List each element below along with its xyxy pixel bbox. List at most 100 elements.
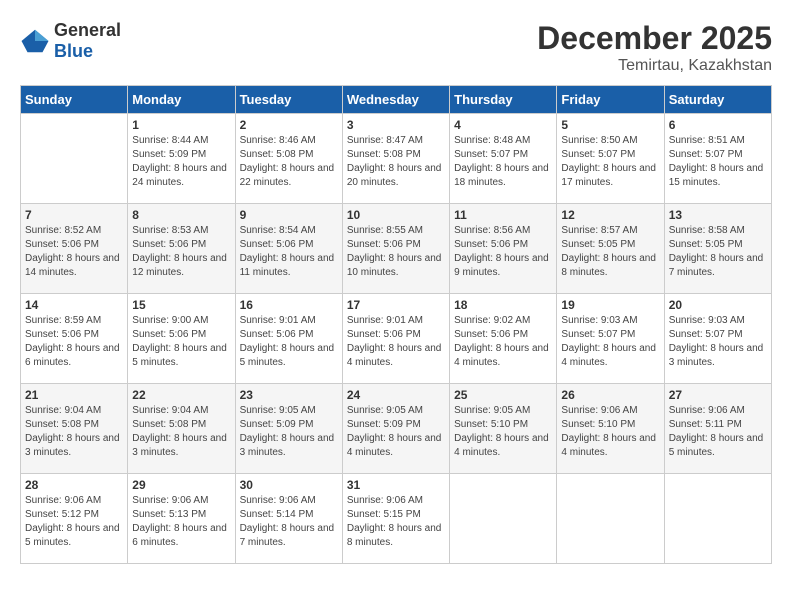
month-title: December 2025 (537, 20, 772, 57)
day-number: 5 (561, 118, 659, 132)
day-info: Sunrise: 8:44 AMSunset: 5:09 PMDaylight:… (132, 134, 230, 190)
day-info: Sunrise: 8:54 AMSunset: 5:06 PMDaylight:… (240, 224, 338, 280)
day-cell: 11 Sunrise: 8:56 AMSunset: 5:06 PMDayligh… (450, 204, 557, 294)
day-info: Sunrise: 9:01 AMSunset: 5:06 PMDaylight:… (240, 314, 338, 370)
day-cell: 26Sunrise: 9:06 AMSunset: 5:10 PMDayligh… (557, 384, 664, 474)
day-number: 12 (561, 208, 659, 222)
day-number: 8 (132, 208, 230, 222)
header-day-friday: Friday (557, 86, 664, 114)
day-number: 4 (454, 118, 552, 132)
day-number: 3 (347, 118, 445, 132)
day-number: 29 (132, 478, 230, 492)
header-day-saturday: Saturday (664, 86, 771, 114)
day-cell (664, 474, 771, 564)
location-title: Temirtau, Kazakhstan (537, 57, 772, 75)
day-cell: 20 Sunrise: 9:03 AMSunset: 5:07 PMDayligh… (664, 294, 771, 384)
day-cell: 10 Sunrise: 8:55 AMSunset: 5:06 PMDayligh… (342, 204, 449, 294)
day-number: 25 (454, 388, 552, 402)
day-cell: 5 Sunrise: 8:50 AMSunset: 5:07 PMDaylight… (557, 114, 664, 204)
day-number: 15 (132, 298, 230, 312)
page-header: General Blue December 2025 Temirtau, Kaz… (20, 20, 772, 75)
day-info: Sunrise: 9:05 AMSunset: 5:10 PMDaylight:… (454, 404, 552, 460)
day-number: 27 (669, 388, 767, 402)
header-day-monday: Monday (128, 86, 235, 114)
day-info: Sunrise: 8:55 AMSunset: 5:06 PMDaylight:… (347, 224, 445, 280)
day-cell: 1 Sunrise: 8:44 AMSunset: 5:09 PMDaylight… (128, 114, 235, 204)
day-number: 21 (25, 388, 123, 402)
day-number: 11 (454, 208, 552, 222)
day-cell (557, 474, 664, 564)
day-info: Sunrise: 9:05 AMSunset: 5:09 PMDaylight:… (240, 404, 338, 460)
day-cell: 2Sunrise: 8:46 AMSunset: 5:08 PMDaylight… (235, 114, 342, 204)
day-number: 22 (132, 388, 230, 402)
day-cell: 7Sunrise: 8:52 AMSunset: 5:06 PMDaylight… (21, 204, 128, 294)
day-number: 18 (454, 298, 552, 312)
day-info: Sunrise: 9:06 AMSunset: 5:13 PMDaylight:… (132, 494, 230, 550)
logo-blue: Blue (54, 41, 93, 61)
day-number: 1 (132, 118, 230, 132)
day-cell: 12 Sunrise: 8:57 AMSunset: 5:05 PMDayligh… (557, 204, 664, 294)
day-cell: 28Sunrise: 9:06 AMSunset: 5:12 PMDayligh… (21, 474, 128, 564)
day-number: 24 (347, 388, 445, 402)
day-info: Sunrise: 8:57 AMSunset: 5:05 PMDaylight:… (561, 224, 659, 280)
day-cell: 30Sunrise: 9:06 AMSunset: 5:14 PMDayligh… (235, 474, 342, 564)
day-info: Sunrise: 8:58 AMSunset: 5:05 PMDaylight:… (669, 224, 767, 280)
week-row-5: 28Sunrise: 9:06 AMSunset: 5:12 PMDayligh… (21, 474, 772, 564)
day-info: Sunrise: 9:06 AMSunset: 5:11 PMDaylight:… (669, 404, 767, 460)
week-row-4: 21 Sunrise: 9:04 AMSunset: 5:08 PMDayligh… (21, 384, 772, 474)
day-cell: 14Sunrise: 8:59 AMSunset: 5:06 PMDayligh… (21, 294, 128, 384)
day-number: 19 (561, 298, 659, 312)
week-row-3: 14Sunrise: 8:59 AMSunset: 5:06 PMDayligh… (21, 294, 772, 384)
day-info: Sunrise: 8:47 AMSunset: 5:08 PMDaylight:… (347, 134, 445, 190)
calendar-header: SundayMondayTuesdayWednesdayThursdayFrid… (21, 86, 772, 114)
day-cell: 25 Sunrise: 9:05 AMSunset: 5:10 PMDayligh… (450, 384, 557, 474)
header-day-thursday: Thursday (450, 86, 557, 114)
day-number: 28 (25, 478, 123, 492)
day-number: 17 (347, 298, 445, 312)
header-day-tuesday: Tuesday (235, 86, 342, 114)
day-number: 9 (240, 208, 338, 222)
day-cell: 23 Sunrise: 9:05 AMSunset: 5:09 PMDayligh… (235, 384, 342, 474)
day-info: Sunrise: 9:06 AMSunset: 5:15 PMDaylight:… (347, 494, 445, 550)
day-cell: 8Sunrise: 8:53 AMSunset: 5:06 PMDaylight… (128, 204, 235, 294)
logo: General Blue (20, 20, 121, 62)
logo-general: General (54, 20, 121, 40)
week-row-1: 1 Sunrise: 8:44 AMSunset: 5:09 PMDaylight… (21, 114, 772, 204)
day-cell: 3 Sunrise: 8:47 AMSunset: 5:08 PMDaylight… (342, 114, 449, 204)
day-info: Sunrise: 9:04 AMSunset: 5:08 PMDaylight:… (132, 404, 230, 460)
day-info: Sunrise: 8:51 AMSunset: 5:07 PMDaylight:… (669, 134, 767, 190)
day-info: Sunrise: 9:03 AMSunset: 5:07 PMDaylight:… (669, 314, 767, 370)
day-cell: 22 Sunrise: 9:04 AMSunset: 5:08 PMDayligh… (128, 384, 235, 474)
day-info: Sunrise: 8:50 AMSunset: 5:07 PMDaylight:… (561, 134, 659, 190)
header-day-sunday: Sunday (21, 86, 128, 114)
day-number: 20 (669, 298, 767, 312)
day-number: 13 (669, 208, 767, 222)
day-info: Sunrise: 9:06 AMSunset: 5:14 PMDaylight:… (240, 494, 338, 550)
day-number: 31 (347, 478, 445, 492)
day-cell: 13 Sunrise: 8:58 AMSunset: 5:05 PMDayligh… (664, 204, 771, 294)
calendar-table: SundayMondayTuesdayWednesdayThursdayFrid… (20, 85, 772, 564)
day-number: 10 (347, 208, 445, 222)
logo-text: General Blue (54, 20, 121, 62)
title-area: December 2025 Temirtau, Kazakhstan (537, 20, 772, 75)
day-cell (450, 474, 557, 564)
day-cell: 19Sunrise: 9:03 AMSunset: 5:07 PMDayligh… (557, 294, 664, 384)
day-cell: 27 Sunrise: 9:06 AMSunset: 5:11 PMDayligh… (664, 384, 771, 474)
week-row-2: 7Sunrise: 8:52 AMSunset: 5:06 PMDaylight… (21, 204, 772, 294)
day-cell: 21Sunrise: 9:04 AMSunset: 5:08 PMDayligh… (21, 384, 128, 474)
day-cell: 24Sunrise: 9:05 AMSunset: 5:09 PMDayligh… (342, 384, 449, 474)
day-cell: 15 Sunrise: 9:00 AMSunset: 5:06 PMDayligh… (128, 294, 235, 384)
day-cell: 29 Sunrise: 9:06 AMSunset: 5:13 PMDayligh… (128, 474, 235, 564)
day-number: 16 (240, 298, 338, 312)
day-cell: 16 Sunrise: 9:01 AMSunset: 5:06 PMDayligh… (235, 294, 342, 384)
day-info: Sunrise: 8:56 AMSunset: 5:06 PMDaylight:… (454, 224, 552, 280)
day-info: Sunrise: 9:01 AMSunset: 5:06 PMDaylight:… (347, 314, 445, 370)
day-cell: 9 Sunrise: 8:54 AMSunset: 5:06 PMDaylight… (235, 204, 342, 294)
day-cell (21, 114, 128, 204)
day-number: 23 (240, 388, 338, 402)
day-number: 2 (240, 118, 338, 132)
day-number: 14 (25, 298, 123, 312)
day-number: 6 (669, 118, 767, 132)
header-row: SundayMondayTuesdayWednesdayThursdayFrid… (21, 86, 772, 114)
day-info: Sunrise: 9:00 AMSunset: 5:06 PMDaylight:… (132, 314, 230, 370)
